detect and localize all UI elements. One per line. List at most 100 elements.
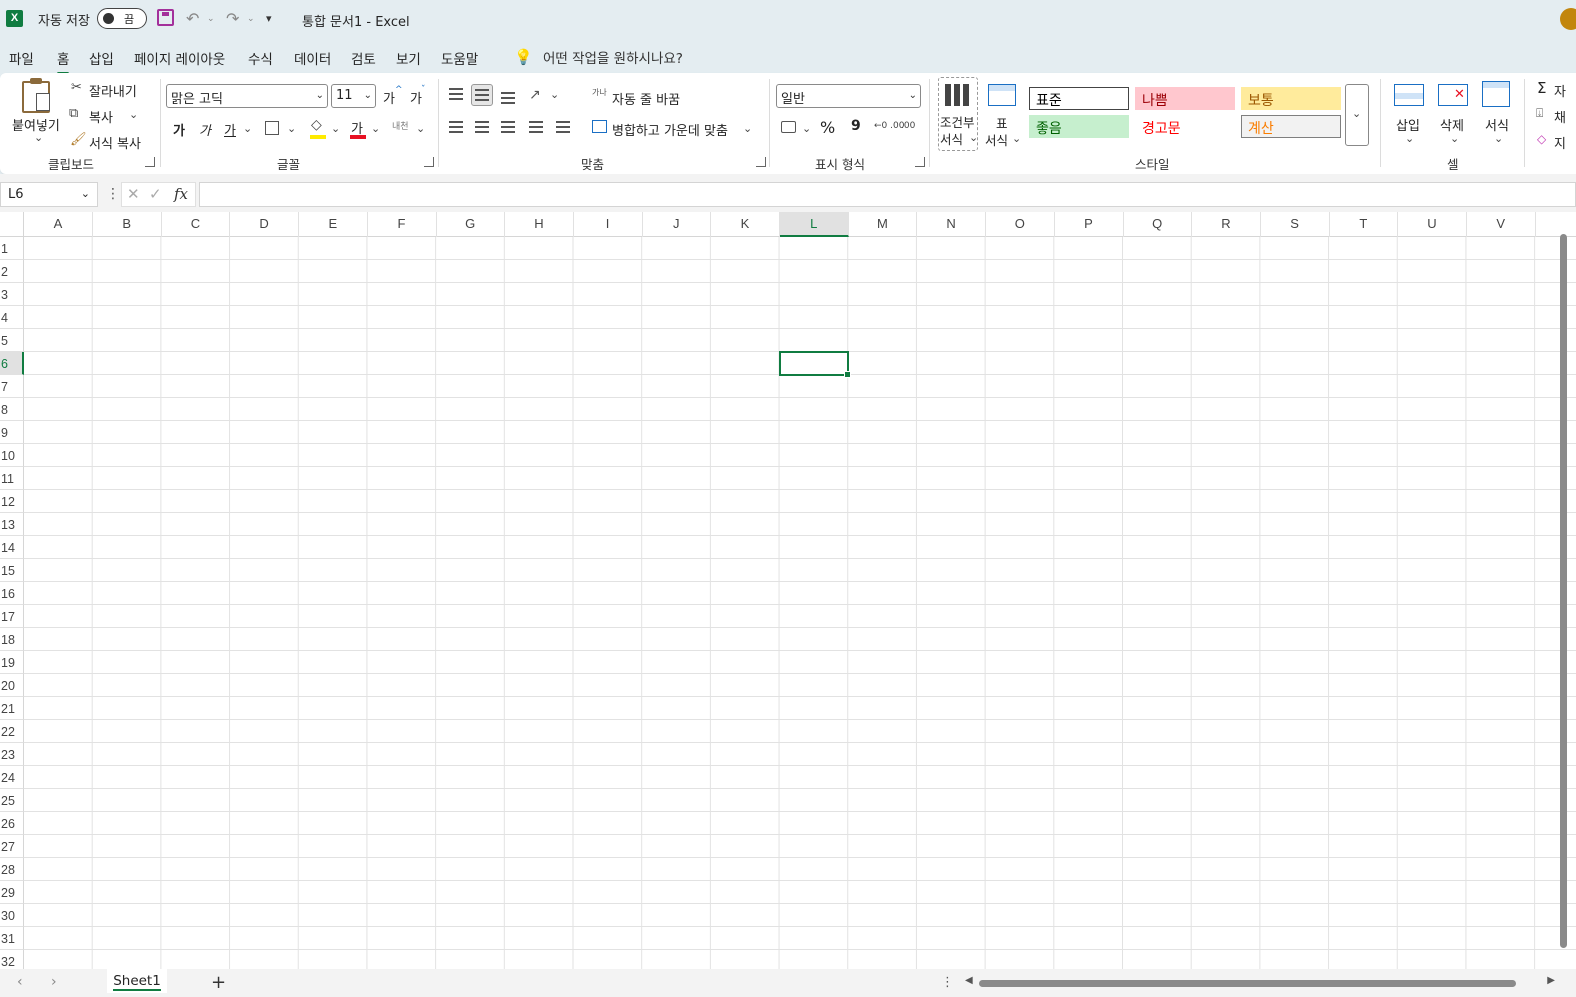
active-cell-L6[interactable] xyxy=(779,351,851,378)
delete-cells-icon[interactable]: ✕ xyxy=(1438,84,1468,106)
row-header-2[interactable]: 2 xyxy=(0,260,24,283)
vertical-scroll-thumb[interactable] xyxy=(1560,234,1567,948)
row-header-17[interactable]: 17 xyxy=(0,605,24,628)
prev-sheet-icon[interactable]: ‹ xyxy=(17,974,23,990)
column-header-i[interactable]: I xyxy=(574,212,643,237)
tab-insert[interactable]: 삽입 xyxy=(89,48,114,68)
sheet-tab-sheet1[interactable]: Sheet1 xyxy=(107,969,167,993)
row-header-18[interactable]: 18 xyxy=(0,628,24,651)
style-warning[interactable]: 경고문 xyxy=(1135,115,1235,138)
redo-icon[interactable]: ↷ xyxy=(226,9,239,28)
format-as-table-icon[interactable] xyxy=(988,84,1016,106)
row-header-32[interactable]: 32 xyxy=(0,950,24,969)
select-all-corner[interactable] xyxy=(0,212,24,237)
row-header-3[interactable]: 3 xyxy=(0,283,24,306)
row-header-24[interactable]: 24 xyxy=(0,766,24,789)
fill-button[interactable]: 채 xyxy=(1554,107,1566,126)
customize-toolbar-icon[interactable]: ▾ xyxy=(266,12,272,25)
next-sheet-icon[interactable]: › xyxy=(51,974,57,990)
column-header-c[interactable]: C xyxy=(161,212,231,237)
row-header-7[interactable]: 7 xyxy=(0,375,24,398)
row-header-11[interactable]: 11 xyxy=(0,467,24,490)
copy-button[interactable]: 복사 xyxy=(89,107,113,126)
vertical-scrollbar[interactable] xyxy=(1559,230,1568,952)
row-header-30[interactable]: 30 xyxy=(0,904,24,927)
styles-gallery-more-button[interactable]: ⌄ xyxy=(1345,84,1369,146)
row-header-22[interactable]: 22 xyxy=(0,720,24,743)
align-left-icon[interactable] xyxy=(449,121,463,133)
column-header-k[interactable]: K xyxy=(711,212,780,237)
column-header-p[interactable]: P xyxy=(1055,212,1124,237)
style-neutral[interactable]: 보통 xyxy=(1241,87,1341,110)
column-header-v[interactable]: V xyxy=(1467,212,1536,237)
paste-icon[interactable] xyxy=(22,78,50,113)
increase-decimal-icon[interactable]: ←0 .00 xyxy=(874,121,904,131)
column-header-d[interactable]: D xyxy=(230,212,300,237)
accounting-dropdown-icon[interactable]: ⌄ xyxy=(802,122,811,135)
underline-button[interactable]: 가 xyxy=(224,120,236,139)
column-header-s[interactable]: S xyxy=(1261,212,1330,237)
horizontal-scroll-thumb[interactable] xyxy=(979,980,1516,987)
cut-button[interactable]: 잘라내기 xyxy=(89,81,137,100)
column-header-o[interactable]: O xyxy=(986,212,1055,237)
row-header-25[interactable]: 25 xyxy=(0,789,24,812)
number-launcher-icon[interactable] xyxy=(915,157,925,167)
tab-review[interactable]: 검토 xyxy=(351,48,376,68)
cancel-icon[interactable]: ✕ xyxy=(127,185,140,203)
save-icon[interactable] xyxy=(157,9,174,26)
row-header-9[interactable]: 9 xyxy=(0,421,24,444)
orientation-icon[interactable]: ↗ xyxy=(529,87,541,103)
row-header-23[interactable]: 23 xyxy=(0,743,24,766)
row-header-6[interactable]: 6 xyxy=(0,352,24,375)
column-header-j[interactable]: J xyxy=(642,212,712,237)
column-header-q[interactable]: Q xyxy=(1123,212,1193,237)
conditional-formatting-button[interactable]: 조건부 서식 ⌄ xyxy=(938,77,978,151)
grow-font-button[interactable]: 가 xyxy=(383,88,395,107)
eraser-icon[interactable]: ◇ xyxy=(1537,132,1546,146)
decrease-indent-icon[interactable] xyxy=(529,121,543,133)
row-header-5[interactable]: 5 xyxy=(0,329,24,352)
redo-dropdown-icon[interactable]: ⌄ xyxy=(247,14,255,24)
add-sheet-button[interactable]: + xyxy=(211,972,226,993)
orientation-dropdown-icon[interactable]: ⌄ xyxy=(550,88,559,101)
row-header-4[interactable]: 4 xyxy=(0,306,24,329)
clear-button[interactable]: 지 xyxy=(1554,133,1566,152)
borders-dropdown-icon[interactable]: ⌄ xyxy=(287,122,296,135)
enter-icon[interactable]: ✓ xyxy=(149,185,162,203)
horizontal-scrollbar[interactable]: ◀ ▶ xyxy=(965,975,1555,989)
copy-dropdown-icon[interactable]: ⌄ xyxy=(129,108,138,121)
insert-function-icon[interactable]: fx xyxy=(174,185,188,203)
column-header-r[interactable]: R xyxy=(1192,212,1261,237)
row-header-19[interactable]: 19 xyxy=(0,651,24,674)
style-good[interactable]: 좋음 xyxy=(1029,115,1129,138)
clipboard-launcher-icon[interactable] xyxy=(145,157,155,167)
italic-button[interactable]: 가 xyxy=(199,120,211,139)
column-header-f[interactable]: F xyxy=(368,212,437,237)
fill-color-icon[interactable]: ◇ xyxy=(311,117,322,133)
autosave-toggle[interactable]: 끔 xyxy=(97,8,147,29)
tell-me-search[interactable]: 어떤 작업을 원하시나요? xyxy=(543,47,683,67)
row-header-10[interactable]: 10 xyxy=(0,444,24,467)
column-header-a[interactable]: A xyxy=(24,212,93,237)
row-header-16[interactable]: 16 xyxy=(0,582,24,605)
row-header-12[interactable]: 12 xyxy=(0,490,24,513)
tab-home[interactable]: 홈 xyxy=(57,48,70,75)
scroll-left-icon[interactable]: ◀ xyxy=(965,975,973,986)
column-header-h[interactable]: H xyxy=(505,212,574,237)
borders-icon[interactable] xyxy=(265,121,279,135)
row-header-26[interactable]: 26 xyxy=(0,812,24,835)
format-as-table-label2[interactable]: 서식 xyxy=(985,130,1008,149)
align-right-icon[interactable] xyxy=(501,121,515,133)
fill-color-dropdown-icon[interactable]: ⌄ xyxy=(331,122,340,135)
font-name-select[interactable]: 맑은 고딕 ⌄ xyxy=(166,84,328,108)
phonetic-button[interactable]: 내천 xyxy=(392,119,409,132)
row-header-31[interactable]: 31 xyxy=(0,927,24,950)
autosum-button[interactable]: 자 xyxy=(1554,81,1566,100)
row-header-27[interactable]: 27 xyxy=(0,835,24,858)
merge-center-button[interactable]: 병합하고 가운데 맞춤 xyxy=(612,120,728,139)
phonetic-dropdown-icon[interactable]: ⌄ xyxy=(416,122,425,135)
row-header-20[interactable]: 20 xyxy=(0,674,24,697)
align-bottom-icon[interactable] xyxy=(501,92,515,104)
scroll-right-icon[interactable]: ▶ xyxy=(1547,975,1555,986)
align-center-icon[interactable] xyxy=(475,121,489,133)
